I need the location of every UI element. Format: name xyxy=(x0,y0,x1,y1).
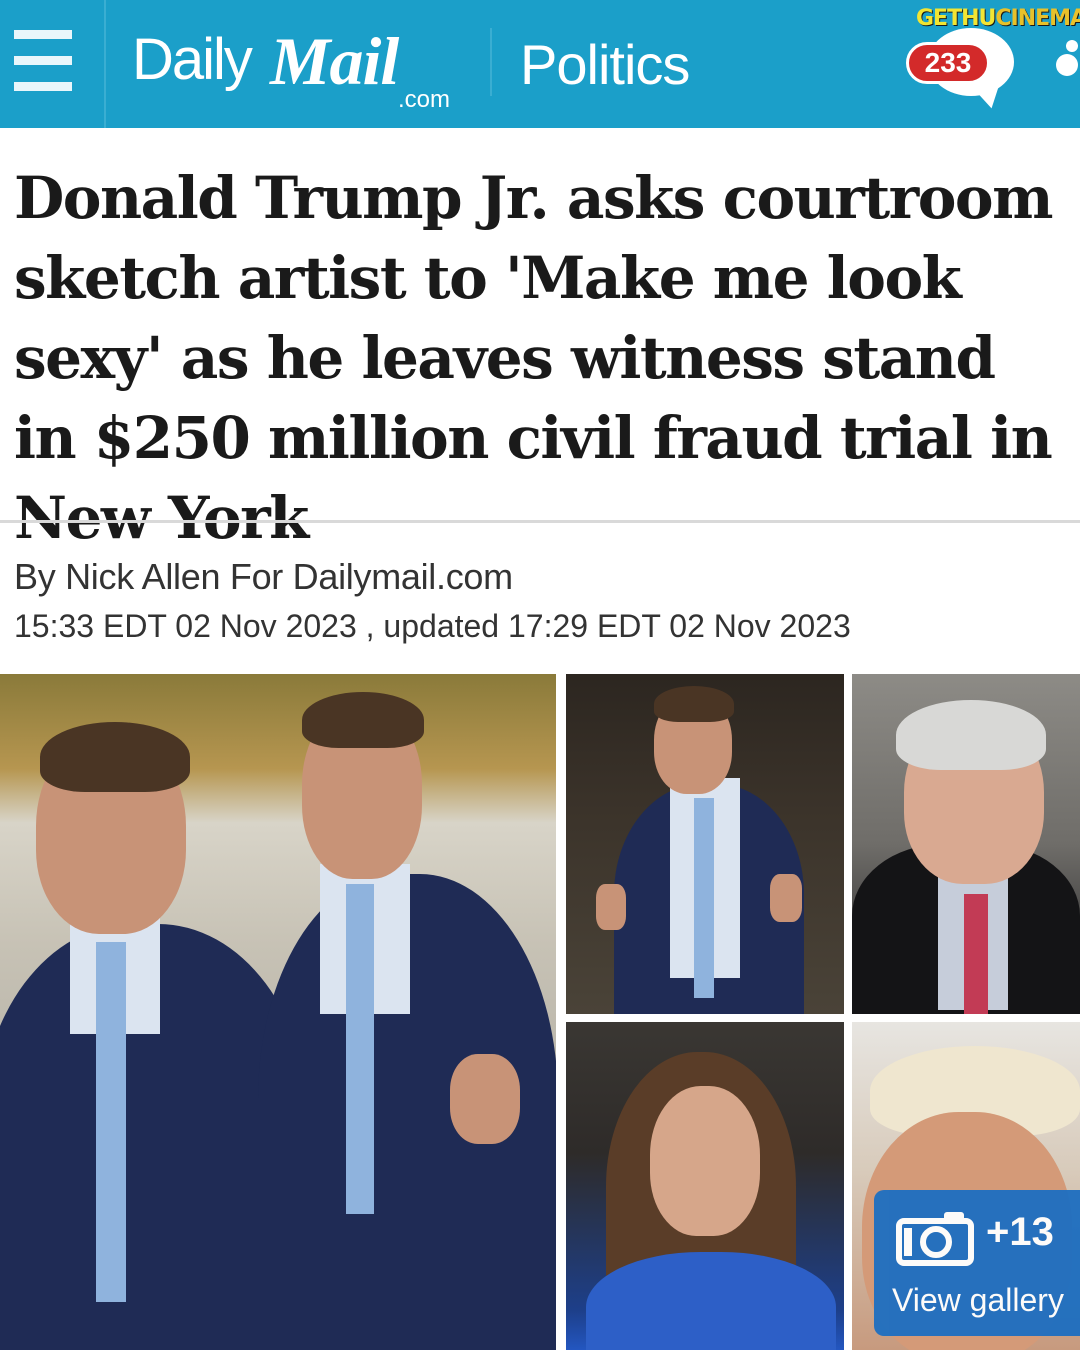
hamburger-menu-icon[interactable] xyxy=(14,30,72,92)
article-dateline: 15:33 EDT 02 Nov 2023 , updated 17:29 ED… xyxy=(14,608,851,644)
logo-mail-text: Mail xyxy=(270,23,399,99)
watermark: GETHUCINEMA xyxy=(916,6,1080,38)
watermark-part1: GETHU xyxy=(916,6,996,31)
share-icon[interactable] xyxy=(1052,40,1080,90)
gallery-count: +13 xyxy=(986,1210,1054,1254)
attorney-photo[interactable] xyxy=(566,1022,844,1350)
thumbs-up-photo[interactable] xyxy=(566,674,844,1014)
article-byline[interactable]: By Nick Allen For Dailymail.com xyxy=(14,556,513,598)
comments-button[interactable]: 233 xyxy=(906,28,1016,112)
logo-daily-text: Daily xyxy=(132,27,253,92)
comment-count-badge: 233 xyxy=(906,42,990,84)
watermark-part2: CINEMA xyxy=(995,6,1080,31)
camera-icon xyxy=(896,1212,974,1266)
section-title[interactable]: Politics xyxy=(520,32,690,97)
main-photo[interactable] xyxy=(0,674,556,1350)
gallery-label: View gallery xyxy=(892,1282,1064,1318)
judge-photo[interactable] xyxy=(852,674,1080,1014)
header-divider xyxy=(104,0,106,128)
headline-divider xyxy=(0,520,1080,523)
article-headline: Donald Trump Jr. asks courtroom sketch a… xyxy=(14,164,1053,552)
section-divider xyxy=(490,28,492,96)
logo-com-text: .com xyxy=(398,86,451,113)
view-gallery-button[interactable]: +13 View gallery xyxy=(874,1190,1080,1336)
